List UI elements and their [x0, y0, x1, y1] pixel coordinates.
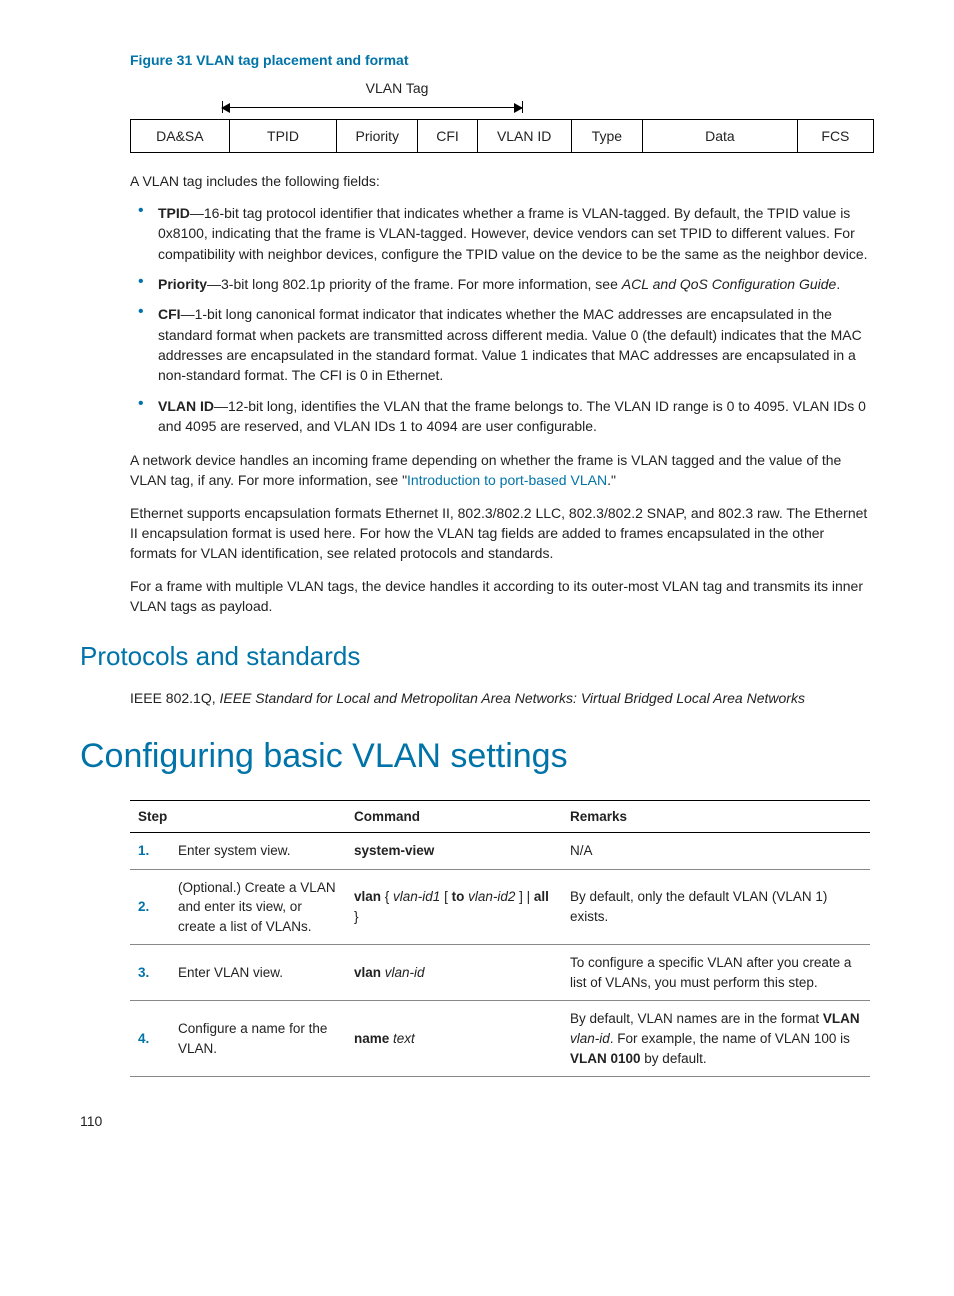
arrow-icon — [222, 107, 522, 108]
text-priority-ital: ACL and QoS Configuration Guide — [622, 276, 837, 292]
text-priority-b: . — [836, 276, 840, 292]
th-command: Command — [346, 800, 562, 833]
table-row: 4. Configure a name for the VLAN. name t… — [130, 1001, 870, 1077]
field-cfi: CFI—1-bit long canonical format indicato… — [158, 304, 874, 385]
protocols-text: IEEE 802.1Q, IEEE Standard for Local and… — [130, 688, 874, 708]
cell-cfi: CFI — [418, 119, 477, 152]
step-remarks: By default, only the default VLAN (VLAN … — [562, 869, 870, 945]
step-cmd: system-view — [346, 833, 562, 870]
page-number: 110 — [80, 1111, 874, 1131]
step-remarks: N/A — [562, 833, 870, 870]
th-step: Step — [130, 800, 346, 833]
cell-data: Data — [643, 119, 798, 152]
text-vlanid: —12-bit long, identifies the VLAN that t… — [158, 398, 866, 434]
cell-dasa: DA&SA — [131, 119, 230, 152]
steps-table: Step Command Remarks 1. Enter system vie… — [130, 800, 870, 1078]
field-list: TPID—16-bit tag protocol identifier that… — [130, 203, 874, 436]
term-tpid: TPID — [158, 205, 190, 221]
step-cmd: vlan { vlan-id1 [ to vlan-id2 ] | all } — [346, 869, 562, 945]
step-text: (Optional.) Create a VLAN and enter its … — [170, 869, 346, 945]
step-num: 2. — [130, 869, 170, 945]
table-row: 3. Enter VLAN view. vlan vlan-id To conf… — [130, 945, 870, 1001]
intro-text: A VLAN tag includes the following fields… — [130, 171, 874, 191]
protocols-ital: IEEE Standard for Local and Metropolitan… — [220, 690, 805, 706]
figure-caption: Figure 31 VLAN tag placement and format — [130, 50, 874, 70]
term-cfi: CFI — [158, 306, 181, 322]
cell-vlanid: VLAN ID — [477, 119, 571, 152]
step-cmd: name text — [346, 1001, 562, 1077]
step-num: 1. — [130, 833, 170, 870]
step-cmd: vlan vlan-id — [346, 945, 562, 1001]
term-vlanid: VLAN ID — [158, 398, 214, 414]
step-text: Enter VLAN view. — [170, 945, 346, 1001]
step-remarks: To configure a specific VLAN after you c… — [562, 945, 870, 1001]
heading-protocols: Protocols and standards — [80, 638, 874, 676]
field-vlanid: VLAN ID—12-bit long, identifies the VLAN… — [158, 396, 874, 437]
heading-config: Configuring basic VLAN settings — [80, 732, 874, 781]
step-text: Enter system view. — [170, 833, 346, 870]
vlan-tag-label: VLAN Tag — [25, 78, 769, 98]
cell-type: Type — [571, 119, 642, 152]
vlan-tag-diagram: VLAN Tag DA&SA TPID Priority CFI VLAN ID… — [130, 78, 874, 153]
protocols-a: IEEE 802.1Q, — [130, 690, 220, 706]
paragraph-link: A network device handles an incoming fra… — [130, 450, 874, 491]
cell-priority: Priority — [337, 119, 418, 152]
paragraph-encaps: Ethernet supports encapsulation formats … — [130, 503, 874, 564]
th-remarks: Remarks — [562, 800, 870, 833]
step-num: 3. — [130, 945, 170, 1001]
text-priority-a: —3-bit long 802.1p priority of the frame… — [207, 276, 622, 292]
table-row: 1. Enter system view. system-view N/A — [130, 833, 870, 870]
text-tpid: —16-bit tag protocol identifier that ind… — [158, 205, 868, 262]
frame-fields-table: DA&SA TPID Priority CFI VLAN ID Type Dat… — [130, 119, 874, 153]
paragraph-multitag: For a frame with multiple VLAN tags, the… — [130, 576, 874, 617]
step-num: 4. — [130, 1001, 170, 1077]
field-tpid: TPID—16-bit tag protocol identifier that… — [158, 203, 874, 264]
cell-tpid: TPID — [229, 119, 337, 152]
cell-fcs: FCS — [797, 119, 873, 152]
link-port-based-vlan[interactable]: Introduction to port-based VLAN — [407, 472, 607, 488]
term-priority: Priority — [158, 276, 207, 292]
table-row: 2. (Optional.) Create a VLAN and enter i… — [130, 869, 870, 945]
text-cfi: —1-bit long canonical format indicator t… — [158, 306, 862, 383]
para1-b: ." — [607, 472, 616, 488]
field-priority: Priority—3-bit long 802.1p priority of t… — [158, 274, 874, 294]
step-remarks: By default, VLAN names are in the format… — [562, 1001, 870, 1077]
step-text: Configure a name for the VLAN. — [170, 1001, 346, 1077]
